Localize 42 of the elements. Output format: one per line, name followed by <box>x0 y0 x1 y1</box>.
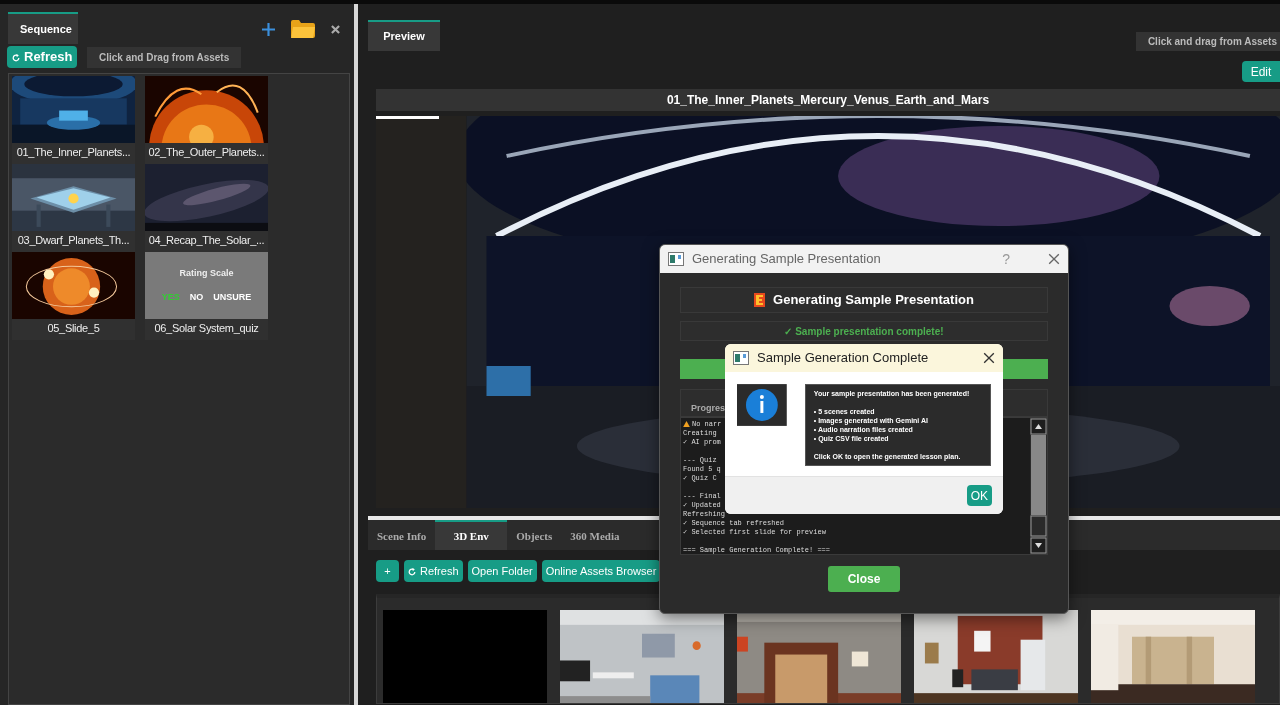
thumbnail-tile[interactable]: 05_Slide_5 <box>12 252 135 340</box>
close-icon[interactable] <box>983 352 995 364</box>
dialog-title: Sample Generation Complete <box>757 349 930 368</box>
thumbnail-tile[interactable]: 02_The_Outer_Planets... <box>145 76 268 164</box>
thumbnail-tile[interactable]: Rating Scale YES NO UNSURE 06_Solar System_quiz <box>145 252 268 340</box>
thumbnail-caption[interactable]: 05_Slide_5 <box>12 319 135 340</box>
presentation-icon <box>754 293 766 307</box>
blank-thumbnail[interactable] <box>383 610 547 703</box>
warning-icon <box>683 421 690 427</box>
slide-thumbnail[interactable]: Rating Scale YES NO UNSURE <box>145 252 268 319</box>
thumbnail-caption[interactable]: 02_The_Outer_Planets... <box>145 143 268 164</box>
close-icon[interactable] <box>331 24 340 34</box>
drag-hint: Click and Drag from Assets <box>87 46 242 68</box>
app-icon <box>668 252 684 266</box>
thumbnail-caption[interactable]: 03_Dwarf_Planets_Th... <box>12 231 135 252</box>
group-label: Progres <box>691 403 725 413</box>
add-icon[interactable] <box>262 22 275 36</box>
thumbnail-tile[interactable]: 04_Recap_The_Solar_... <box>145 164 268 252</box>
info-icon <box>737 384 787 426</box>
tab[interactable]: Preview <box>368 20 440 51</box>
thumbnail-tile[interactable]: 03_Dwarf_Planets_Th... <box>12 164 135 252</box>
option-label: NO <box>189 290 204 304</box>
dialog-heading: Generating Sample Presentation <box>773 291 974 310</box>
drag-hint: Click and drag from Assets <box>1135 32 1280 51</box>
slide-title: 01_The_Inner_Planets_Mercury_Venus_Earth_and_Mars <box>376 89 1280 111</box>
tab[interactable]: 3D Env <box>435 520 508 550</box>
close-icon[interactable] <box>1048 253 1060 265</box>
scrollbar[interactable] <box>1030 418 1047 554</box>
thumbnail-caption[interactable]: 06_Solar System_quiz <box>145 319 268 340</box>
slide-title: Rating Scale <box>179 267 234 280</box>
status-message: ✓ Sample presentation complete! <box>680 321 1048 341</box>
thumbnail-tile[interactable]: 01_The_Inner_Planets... <box>12 76 135 164</box>
dialog-title: Generating Sample Presentation <box>692 250 882 269</box>
folder-icon[interactable] <box>291 20 315 38</box>
app-icon <box>733 351 749 365</box>
refresh-icon <box>408 568 416 576</box>
option-label: YES <box>161 290 180 304</box>
thumbnail-caption[interactable]: 01_The_Inner_Planets... <box>12 143 135 164</box>
option-label: UNSURE <box>213 290 252 304</box>
thumbnail-caption[interactable]: 04_Recap_The_Solar_... <box>145 231 268 252</box>
refresh-icon <box>12 54 20 62</box>
tab[interactable]: Sequence <box>8 12 78 44</box>
